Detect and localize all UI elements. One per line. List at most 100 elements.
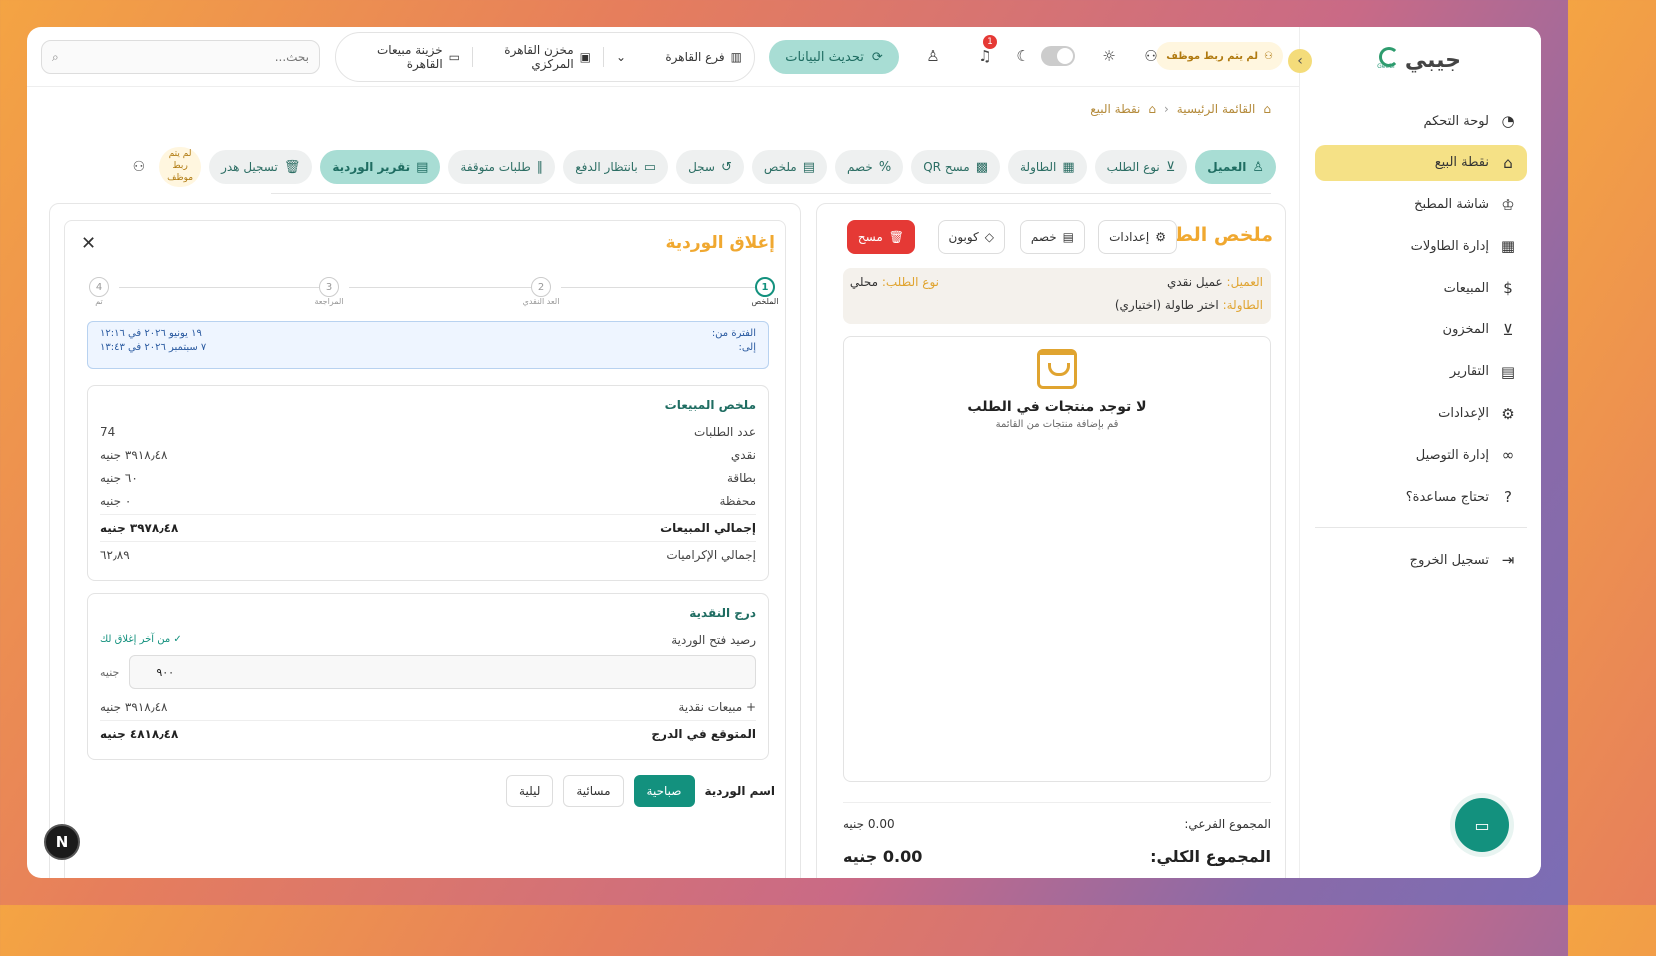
kv-label: إجمالي الإكراميات xyxy=(666,548,756,562)
cash-drawer-title: درج النقدية xyxy=(689,606,756,620)
customer-label: العميل: xyxy=(1226,275,1263,289)
kv-value: ٦٠ جنيه xyxy=(100,470,138,485)
search-input[interactable] xyxy=(58,50,309,64)
close-icon[interactable]: ✕ xyxy=(81,233,96,254)
customer-value: عميل نقدي xyxy=(1166,275,1223,289)
order-settings-button[interactable]: ⚙ إعدادات xyxy=(1098,220,1177,254)
refresh-icon: ⟳ xyxy=(871,49,883,65)
table-button[interactable]: ▦ الطاولة xyxy=(1008,150,1087,184)
shift-report-label: تقرير الوردية xyxy=(332,160,411,174)
kv-label: إجمالي المبيعات xyxy=(660,521,756,535)
coupon-label: كوبون xyxy=(948,230,979,244)
sidebar-item-tables[interactable]: ▦ إدارة الطاولات xyxy=(1315,228,1527,264)
sidebar-item-inventory[interactable]: ⊻ المخزون xyxy=(1315,312,1527,348)
order-type-row[interactable]: نوع الطلب: محلي xyxy=(850,275,939,289)
shopping-bag-icon xyxy=(1037,349,1077,389)
user-icon[interactable]: ♙ xyxy=(923,47,943,65)
table-row[interactable]: الطاولة: اختر طاولة (اختياري) xyxy=(1115,298,1263,312)
theme-toggle[interactable] xyxy=(1041,46,1075,66)
app-logo[interactable]: جيبي Geebi xyxy=(1375,47,1461,73)
customer-row[interactable]: العميل: عميل نقدي xyxy=(1167,275,1263,289)
step-summary[interactable]: 1 الملخص xyxy=(745,277,785,306)
sun-icon[interactable]: ☼ xyxy=(1099,47,1119,65)
sidebar-item-help[interactable]: ? تحتاج مساعدة؟ xyxy=(1315,479,1527,515)
summary-button[interactable]: ▤ ملخص xyxy=(751,150,828,184)
step-number: 2 xyxy=(531,277,551,297)
sidebar-item-sales[interactable]: $ المبيعات xyxy=(1315,270,1527,306)
sidebar-item-label: لوحة التحكم xyxy=(1423,113,1489,129)
chat-button[interactable]: ▭ xyxy=(1450,793,1514,857)
total-label: المجموع الكلي: xyxy=(1150,847,1271,866)
warehouse-select[interactable]: ▣ مخزن القاهرة المركزي xyxy=(473,43,603,71)
clear-order-button[interactable]: 🗑 مسح xyxy=(846,220,915,254)
customer-button[interactable]: ♙ العميل xyxy=(1195,150,1276,184)
step-line xyxy=(561,287,755,288)
bike-icon: ∞ xyxy=(1501,446,1515,465)
type-label: نوع الطلب: xyxy=(881,275,939,289)
step-review[interactable]: 3 المراجعة xyxy=(309,277,349,306)
held-orders-button[interactable]: ∥ طلبات متوقفة xyxy=(448,150,556,184)
refresh-data-button[interactable]: ⟳ تحديث البيانات xyxy=(769,40,899,74)
user-link-icon: ⚇ xyxy=(1264,50,1273,62)
pending-payment-button[interactable]: ▭ بانتظار الدفع xyxy=(563,150,669,184)
moon-icon[interactable]: ☾ xyxy=(1013,47,1033,65)
branch-label: فرع القاهرة xyxy=(665,50,725,64)
sidebar-item-pos[interactable]: ⌂ نقطة البيع xyxy=(1315,144,1527,181)
wallet-row: محفظة ٠ جنيه xyxy=(100,489,756,512)
coupon-button[interactable]: ◇ كوبون xyxy=(937,220,1005,254)
period-from-label: الفترة من: xyxy=(711,328,756,339)
order-discount-button[interactable]: ▤ خصم xyxy=(1019,220,1085,254)
type-value: محلي xyxy=(849,275,879,289)
trash-icon: 🗑 xyxy=(888,230,904,244)
sidebar-item-label: إدارة الطاولات xyxy=(1410,238,1489,254)
wallet-icon: ▭ xyxy=(448,50,460,64)
sidebar-item-kitchen[interactable]: ♔ شاشة المطبخ xyxy=(1315,187,1527,223)
building-icon: ▥ xyxy=(730,50,742,64)
staff-badge[interactable]: ⚇ لم يتم ربط موظف xyxy=(1156,42,1283,70)
shift-report-button[interactable]: ▤ تقرير الوردية xyxy=(320,150,441,184)
kv-label: نقدي xyxy=(730,447,756,462)
currency-label: جنيه xyxy=(100,665,120,679)
total-sales-row: إجمالي المبيعات ٣٩٧٨٫٤٨ جنيه xyxy=(100,514,756,541)
dev-tools-badge[interactable]: N xyxy=(44,824,80,860)
shift-morning-button[interactable]: صباحية xyxy=(633,775,695,807)
users-icon[interactable]: ⚇ xyxy=(1141,47,1161,65)
step-number: 1 xyxy=(755,277,775,297)
order-type-button[interactable]: ⊻ نوع الطلب xyxy=(1094,150,1188,184)
step-cash-count[interactable]: 2 العد النقدي xyxy=(521,277,561,306)
search-box: ⌕ xyxy=(41,40,320,74)
bell-icon[interactable]: ♫ xyxy=(975,47,995,65)
branch-select[interactable]: ▥ فرع القاهرة ⌄ xyxy=(604,50,754,64)
card-icon: ▭ xyxy=(643,159,657,175)
log-button[interactable]: ↺ سجل xyxy=(676,150,744,184)
step-done[interactable]: 4 تم xyxy=(79,277,119,306)
qr-scan-button[interactable]: ▩ مسح QR xyxy=(911,150,1000,184)
staff-badge-small[interactable]: لم يتم ربط موظف xyxy=(159,147,202,187)
users-icon[interactable]: ⚇ xyxy=(127,159,152,175)
subtotal-label: المجموع الفرعي: xyxy=(1184,817,1271,831)
treasury-select[interactable]: ▭ خزينة مبيعات القاهرة xyxy=(352,43,472,71)
logout-button[interactable]: ⇥ تسجيل الخروج xyxy=(1315,542,1527,578)
staff-badge-label: لم يتم ربط موظف xyxy=(1166,50,1259,62)
table-icon: ▦ xyxy=(1062,159,1075,175)
opening-balance-input[interactable]: ٩٠٠ xyxy=(129,655,756,689)
sidebar-item-settings[interactable]: ⚙ الإعدادات xyxy=(1315,396,1527,432)
shift-night-button[interactable]: ليلية xyxy=(506,775,554,807)
waste-button[interactable]: 🗑 تسجيل هدر xyxy=(209,150,313,184)
close-shift-panel: إغلاق الوردية ✕ 1 الملخص 2 العد النقدي 3 ال… xyxy=(49,203,801,878)
period-to-label: إلى: xyxy=(738,342,756,353)
sidebar-item-dashboard[interactable]: ◔ لوحة التحكم xyxy=(1315,103,1527,139)
sidebar-item-reports[interactable]: ▤ التقارير xyxy=(1315,354,1527,390)
total-value: 0.00 جنيه xyxy=(843,847,923,866)
kv-value: ٣٩٧٨٫٤٨ جنيه xyxy=(100,521,179,535)
sidebar-item-delivery[interactable]: ∞ إدارة التوصيل xyxy=(1315,437,1527,473)
shift-evening-button[interactable]: مسائية xyxy=(563,775,624,807)
history-icon: ↺ xyxy=(720,159,732,175)
discount-button[interactable]: % خصم xyxy=(835,150,904,184)
breadcrumb-home[interactable]: القائمة الرئيسية xyxy=(1177,102,1256,116)
divider xyxy=(472,47,473,67)
qr-label: مسح QR xyxy=(923,160,970,174)
clipboard-icon: ▤ xyxy=(416,159,429,175)
gauge-icon: ◔ xyxy=(1501,112,1515,130)
user-icon: ♙ xyxy=(1252,159,1264,175)
